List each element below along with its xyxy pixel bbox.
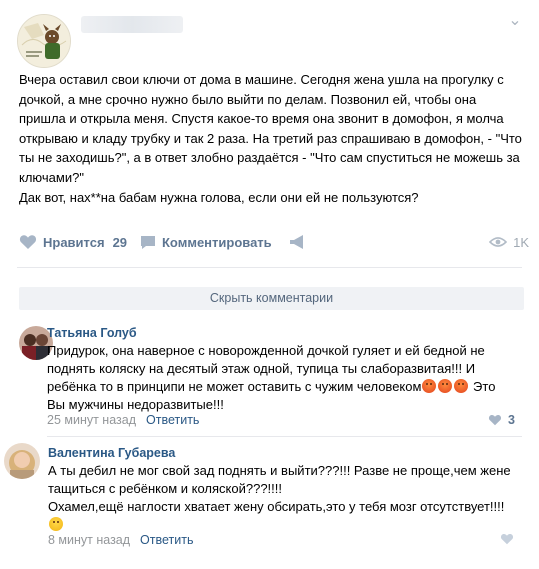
- hide-comments-button[interactable]: Скрыть комментарии: [19, 287, 524, 310]
- angry-emoji-icon: [454, 379, 469, 393]
- angry-emoji-icon: [422, 379, 437, 393]
- comment-like-button[interactable]: 3: [488, 413, 515, 427]
- like-count: 29: [112, 234, 128, 250]
- commenter-name[interactable]: Валентина Губарева: [48, 446, 175, 460]
- comment-like-button[interactable]: [500, 533, 520, 545]
- reply-button[interactable]: Ответить: [140, 533, 193, 547]
- comment-like-count: 3: [508, 413, 515, 427]
- comment-meta: 25 минут назад Ответить: [47, 413, 199, 427]
- comment-time[interactable]: 25 минут назад: [47, 413, 136, 427]
- share-button[interactable]: [289, 232, 313, 252]
- comment-text: А ты дебил не мог свой зад поднять и вый…: [48, 462, 518, 534]
- comment-text: Придурок, она наверное с новорожденной д…: [47, 342, 499, 414]
- commenter-avatar[interactable]: [4, 443, 40, 479]
- like-label: Нравится: [43, 234, 105, 250]
- author-name-blurred[interactable]: [81, 16, 183, 33]
- megaphone-icon: [290, 235, 303, 249]
- comment-text-part: Придурок, она наверное с новорожденной д…: [47, 343, 485, 394]
- comment-button[interactable]: Комментировать: [140, 232, 272, 252]
- comment-text-part: А ты дебил не мог свой зад поднять и вый…: [48, 463, 511, 514]
- tongue-emoji-icon: [49, 517, 63, 531]
- angry-emoji-icon: [438, 379, 453, 393]
- comment-meta: 8 минут назад Ответить: [48, 533, 193, 547]
- heart-icon: [500, 533, 514, 545]
- author-avatar[interactable]: [17, 14, 71, 68]
- comment-time[interactable]: 8 минут назад: [48, 533, 130, 547]
- views-count: 1K: [513, 234, 529, 250]
- divider: [17, 267, 522, 268]
- post-card: ⌄ Вчера оставил свои ключи от дома в маш…: [0, 0, 539, 569]
- chevron-down-icon[interactable]: ⌄: [508, 13, 522, 29]
- heart-icon: [488, 414, 502, 426]
- reply-button[interactable]: Ответить: [146, 413, 199, 427]
- comment-icon: [141, 235, 155, 249]
- comment-label: Комментировать: [162, 234, 272, 250]
- heart-icon: [19, 235, 37, 249]
- divider: [47, 436, 522, 437]
- commenter-name[interactable]: Татьяна Голуб: [47, 326, 137, 340]
- post-text: Вчера оставил свои ключи от дома в машин…: [19, 72, 522, 205]
- eye-icon: [489, 237, 508, 247]
- like-button[interactable]: Нравится 29: [19, 232, 127, 252]
- views-counter: 1K: [489, 232, 529, 252]
- post-actions: Нравится 29 Комментировать 1K: [19, 232, 529, 252]
